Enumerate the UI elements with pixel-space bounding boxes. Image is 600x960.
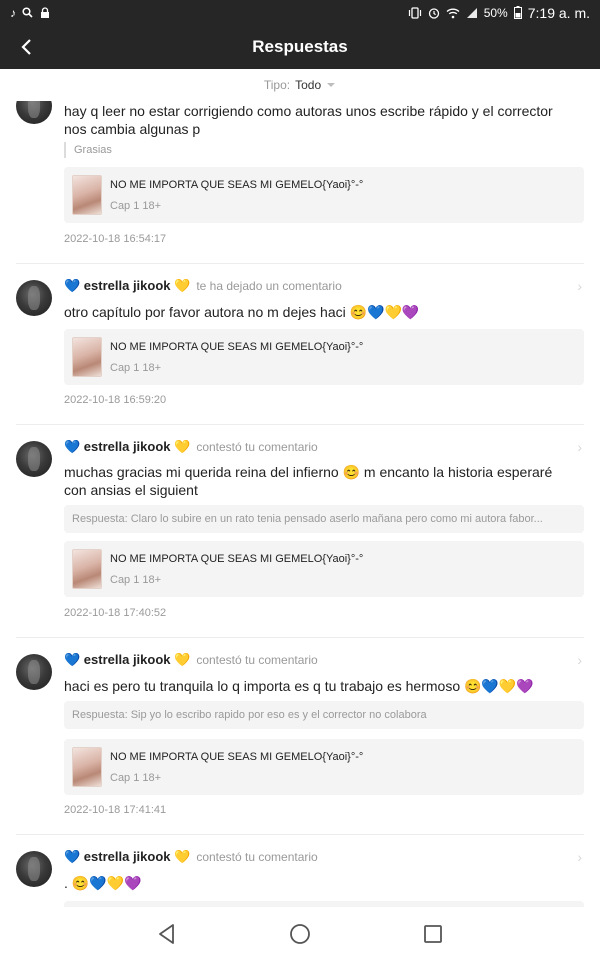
chevron-right-icon[interactable]: › (577, 278, 582, 294)
avatar[interactable] (16, 441, 52, 477)
chapter-card-subtitle: Cap 1 18+ (110, 200, 162, 212)
nav-recents-button[interactable] (413, 914, 453, 954)
clock-time: 7:19 a. m. (527, 4, 590, 21)
avatar[interactable] (16, 101, 52, 124)
alarm-icon (428, 7, 439, 19)
user-name[interactable]: 💙 estrella jikook 💛 (64, 652, 190, 668)
wifi-icon (446, 8, 460, 18)
book-cover (72, 549, 102, 589)
user-name[interactable]: 💙 estrella jikook 💛 (64, 849, 190, 865)
timestamp: 2022-10-18 16:59:20 (64, 394, 167, 406)
reply-preview[interactable]: Respuesta: Sip yo lo escribo rapido por … (64, 701, 584, 729)
list-item[interactable]: 💙 estrella jikook 💛 contestó tu comentar… (0, 835, 600, 907)
chapter-card-subtitle: Cap 1 18+ (110, 772, 162, 784)
chapter-card[interactable]: NO ME IMPORTA QUE SEAS MI GEMELO{Yaoi}°-… (64, 541, 584, 597)
avatar[interactable] (16, 851, 52, 887)
book-cover (72, 747, 102, 787)
signal-icon (466, 7, 477, 18)
action-text: contestó tu comentario (196, 653, 318, 667)
chapter-card[interactable]: NO ME IMPORTA QUE SEAS MI GEMELO{Yaoi}°-… (64, 739, 584, 795)
chapter-card-subtitle: Cap 1 18+ (110, 362, 162, 374)
chapter-card-title: NO ME IMPORTA QUE SEAS MI GEMELO{Yaoi}°-… (110, 751, 364, 763)
comment-text: hay q leer no estar corrigiendo como aut… (64, 103, 553, 137)
entry-header: 💙 estrella jikook 💛 te ha dejado un come… (64, 278, 342, 294)
nav-back-button[interactable] (147, 914, 187, 954)
type-filter[interactable]: Tipo: Todo (0, 69, 600, 101)
chapter-card-title: NO ME IMPORTA QUE SEAS MI GEMELO{Yaoi}°-… (110, 553, 364, 565)
list-item[interactable]: 💙 estrella jikook 💛 contestó tu comentar… (0, 638, 600, 835)
chapter-card[interactable]: NO ME IMPORTA QUE SEAS MI GEMELO{Yaoi}°-… (64, 167, 584, 223)
comment-text: muchas gracias mi querida reina del infi… (64, 464, 553, 498)
book-cover (72, 337, 102, 377)
user-name[interactable]: 💙 estrella jikook 💛 (64, 439, 190, 455)
status-left: ♪ (10, 7, 51, 19)
page-title: Respuestas (252, 37, 348, 56)
back-arrow-icon (21, 39, 31, 55)
battery-percent: 50% (483, 5, 508, 20)
circle-home-icon (290, 923, 310, 944)
reply-preview[interactable]: Respuesta: Claro lo subire en un rato te… (64, 505, 584, 533)
filter-value: Todo (295, 78, 322, 92)
square-recents-icon (424, 924, 443, 943)
tiktok-icon: ♪ (10, 5, 16, 20)
battery-icon (513, 6, 522, 19)
chapter-card-title: NO ME IMPORTA QUE SEAS MI GEMELO{Yaoi}°-… (110, 341, 364, 353)
timestamp: 2022-10-18 16:54:17 (64, 233, 167, 245)
action-text: te ha dejado un comentario (196, 279, 342, 293)
replies-list[interactable]: hay q leer no estar corrigiendo como aut… (0, 101, 600, 907)
list-item[interactable]: hay q leer no estar corrigiendo como aut… (0, 101, 600, 264)
comment-text: haci es pero tu tranquila lo q importa e… (64, 678, 534, 694)
chapter-card-title: NO ME IMPORTA QUE SEAS MI GEMELO{Yaoi}°-… (110, 179, 364, 191)
chevron-right-icon[interactable]: › (577, 652, 582, 668)
list-item[interactable]: 💙 estrella jikook 💛 contestó tu comentar… (0, 425, 600, 638)
chevron-right-icon[interactable]: › (577, 439, 582, 455)
action-text: contestó tu comentario (196, 440, 318, 454)
dropdown-arrow-icon (327, 83, 336, 87)
comment-text: . 😊💙💛💜 (64, 875, 142, 891)
book-cover (72, 175, 102, 215)
chapter-card-subtitle: Cap 1 18+ (110, 574, 162, 586)
vibrate-icon (408, 6, 421, 19)
chapter-card[interactable]: NO ME IMPORTA QUE SEAS MI GEMELO{Yaoi}°-… (64, 329, 584, 385)
back-button[interactable] (12, 33, 40, 61)
entry-header: 💙 estrella jikook 💛 contestó tu comentar… (64, 652, 318, 668)
action-text: contestó tu comentario (196, 850, 318, 864)
app-bar: Respuestas (0, 25, 600, 69)
avatar[interactable] (16, 280, 52, 316)
status-right: 50% 7:19 a. m. (408, 5, 590, 21)
status-bar: ♪ 50% 7:19 a. m. (0, 0, 600, 25)
entry-header: 💙 estrella jikook 💛 contestó tu comentar… (64, 849, 318, 865)
search-icon (22, 7, 33, 18)
timestamp: 2022-10-18 17:40:52 (64, 607, 167, 619)
list-item[interactable]: 💙 estrella jikook 💛 te ha dejado un come… (0, 264, 600, 425)
triangle-back-icon (158, 923, 174, 944)
comment-text: otro capítulo por favor autora no m deje… (64, 304, 420, 320)
filter-label: Tipo: (263, 78, 291, 92)
user-name[interactable]: 💙 estrella jikook 💛 (64, 278, 190, 294)
lock-icon (41, 6, 49, 18)
quoted-comment: Grasias (64, 142, 112, 158)
nav-home-button[interactable] (280, 914, 320, 954)
timestamp: 2022-10-18 17:41:41 (64, 804, 167, 816)
chevron-right-icon[interactable]: › (577, 849, 582, 865)
system-nav-bar (0, 907, 600, 960)
avatar[interactable] (16, 654, 52, 690)
entry-header: 💙 estrella jikook 💛 contestó tu comentar… (64, 439, 318, 455)
